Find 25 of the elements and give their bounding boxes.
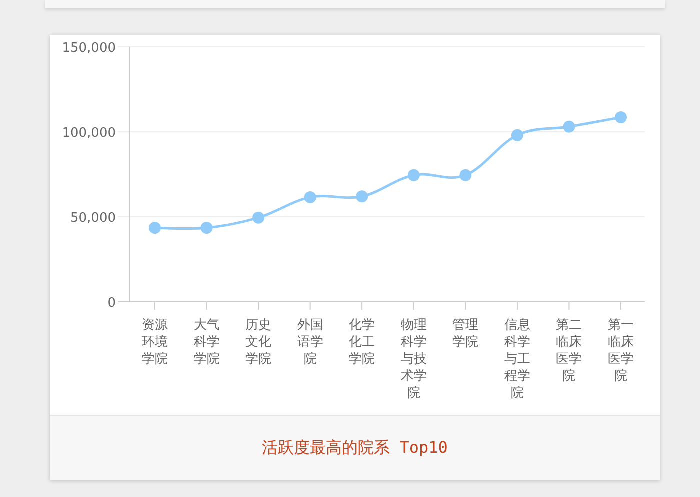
data-point <box>200 222 213 234</box>
category-label: 第一临床医学院 <box>608 318 634 384</box>
data-point <box>356 190 368 203</box>
tick-label: 150,000 <box>62 41 116 56</box>
data-point <box>252 212 265 224</box>
data-point <box>460 169 472 182</box>
category-label: 化学化工学院 <box>349 318 376 367</box>
category-label: 信息科学与工程学院 <box>504 318 530 401</box>
category-label: 物理科学与技术学院 <box>400 318 427 401</box>
data-point <box>304 191 316 204</box>
data-point <box>149 222 161 234</box>
tick-label: 0 <box>108 296 116 311</box>
category-label: 资源环境学院 <box>142 318 168 367</box>
data-point <box>615 112 627 124</box>
tick-label: 50,000 <box>70 211 116 226</box>
category-label: 大气科学学院 <box>194 318 220 367</box>
category-label: 外国语学院 <box>297 318 324 367</box>
chart-caption: 活跃度最高的院系 Top10 <box>262 438 448 458</box>
data-point <box>563 120 576 133</box>
category-label: 管理学院 <box>452 318 479 350</box>
data-point <box>408 169 420 182</box>
data-point <box>511 129 524 142</box>
tick-label: 100,000 <box>62 126 116 141</box>
category-label: 第二临床医学院 <box>556 318 582 384</box>
category-label: 历史文化学院 <box>246 318 272 367</box>
